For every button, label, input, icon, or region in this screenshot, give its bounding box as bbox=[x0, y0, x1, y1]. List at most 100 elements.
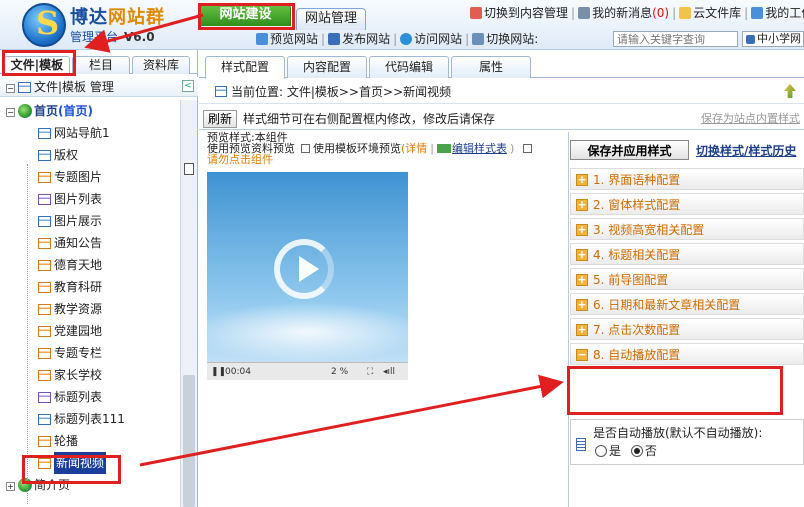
save-builtin-style-link[interactable]: 保存为站点内置样式 bbox=[701, 108, 800, 130]
pause-icon[interactable]: ❚❚ bbox=[211, 363, 226, 380]
config-section-3[interactable]: +3. 视频高宽相关配置 bbox=[570, 218, 804, 240]
config-section-label: 7. 点击次数配置 bbox=[593, 323, 681, 337]
tab-site-manage[interactable]: 网站管理 bbox=[296, 8, 366, 30]
no-click-warning: 请勿点击组件 bbox=[207, 153, 273, 166]
expand-icon[interactable]: + bbox=[576, 224, 588, 236]
preview-site-button[interactable]: 预览网站 bbox=[256, 30, 318, 48]
config-section-2[interactable]: +2. 窗体样式配置 bbox=[570, 193, 804, 215]
template-icon bbox=[38, 194, 51, 205]
save-apply-style-button[interactable]: 保存并应用样式 bbox=[570, 140, 689, 160]
extra-checkbox[interactable] bbox=[523, 144, 533, 153]
tree-node-label: 网站导航1 bbox=[54, 126, 110, 140]
editor-tabs: 样式配置 内容配置 代码编辑 属性 bbox=[199, 56, 804, 79]
highlight-news-video-item bbox=[22, 455, 121, 484]
tree-node-label: 德育天地 bbox=[54, 258, 103, 272]
refresh-button[interactable]: 刷新 bbox=[203, 110, 238, 128]
switch-style-history-link[interactable]: 切换样式/样式历史 bbox=[696, 142, 796, 159]
collapse-icon[interactable]: − bbox=[6, 108, 15, 117]
video-player[interactable]: ❚❚ 00:04 2 % ⛶ ◂ıll bbox=[207, 172, 408, 380]
scroll-thumb[interactable] bbox=[183, 375, 195, 507]
tab-code-edit[interactable]: 代码编辑 bbox=[369, 56, 449, 78]
config-section-label: 6. 日期和最新文章相关配置 bbox=[593, 298, 741, 312]
template-env-checkbox[interactable] bbox=[301, 144, 310, 153]
config-section-label: 1. 界面语种配置 bbox=[593, 173, 681, 187]
config-section-4[interactable]: +4. 标题相关配置 bbox=[570, 243, 804, 265]
expand-icon[interactable]: + bbox=[576, 299, 588, 311]
switch-site-label: 切换网站: bbox=[472, 30, 538, 48]
tree-node-label: 党建园地 bbox=[54, 324, 103, 338]
config-section-8[interactable]: −8. 自动播放配置 bbox=[570, 343, 804, 365]
tree-node-label: 家长学校 bbox=[54, 368, 103, 382]
autoplay-yes-radio[interactable]: 是 bbox=[595, 444, 621, 458]
template-icon bbox=[38, 326, 51, 337]
config-section-label: 5. 前导图配置 bbox=[593, 273, 669, 287]
tree-node-template[interactable]: 版权 bbox=[0, 144, 180, 166]
top-links: 切换到内容管理|我的新消息(0)|云文件库|我的工作台 bbox=[470, 4, 804, 22]
autoplay-no-radio[interactable]: 否 bbox=[630, 444, 657, 458]
scroll-marker bbox=[184, 163, 194, 175]
monitor-icon bbox=[751, 7, 764, 19]
config-section-6[interactable]: +6. 日期和最新文章相关配置 bbox=[570, 293, 804, 315]
details-link[interactable]: (详情 bbox=[401, 142, 427, 155]
tab-properties[interactable]: 属性 bbox=[451, 56, 531, 78]
visit-site-button[interactable]: 访问网站 bbox=[400, 30, 462, 48]
preview-icon bbox=[256, 33, 268, 45]
video-controls: ❚❚ 00:04 2 % ⛶ ◂ıll bbox=[207, 362, 408, 380]
play-icon[interactable] bbox=[299, 256, 319, 282]
collapse-icon[interactable]: − bbox=[576, 349, 588, 361]
css-icon bbox=[437, 144, 452, 153]
left-panel: 文件|模板 栏目 资料库 − 文件|模板 管理 < − 首页(首页) 网站导航1 版权… bbox=[0, 50, 198, 507]
tab-content-config[interactable]: 内容配置 bbox=[287, 56, 367, 78]
expand-icon[interactable]: + bbox=[576, 249, 588, 261]
page-icon bbox=[18, 82, 31, 93]
tree-node-home[interactable]: − 首页(首页) bbox=[0, 100, 180, 122]
cloud-library-link[interactable]: 云文件库 bbox=[679, 4, 741, 22]
collapse-panel-button[interactable]: < bbox=[182, 80, 194, 92]
config-section-label: 2. 窗体样式配置 bbox=[593, 198, 681, 212]
edit-stylesheet-link[interactable]: 编辑样式表 bbox=[452, 142, 507, 155]
workbench-link[interactable]: 我的工作台 bbox=[751, 4, 804, 22]
tree-scrollbar[interactable] bbox=[180, 100, 197, 507]
radio-checked-icon bbox=[630, 445, 643, 457]
search-input[interactable] bbox=[613, 31, 738, 47]
expand-icon[interactable]: + bbox=[576, 174, 588, 186]
template-icon bbox=[38, 370, 51, 381]
highlight-file-template-tab bbox=[2, 50, 76, 76]
template-icon bbox=[38, 282, 51, 293]
autoplay-options: 是 否 bbox=[595, 442, 657, 459]
expand-icon[interactable]: + bbox=[576, 274, 588, 286]
folder-icon bbox=[679, 7, 692, 19]
tree-node-template[interactable]: 网站导航1 bbox=[0, 122, 180, 144]
tab-column[interactable]: 栏目 bbox=[72, 56, 130, 74]
template-icon bbox=[38, 128, 51, 139]
breadcrumb: 当前位置: 文件|模板>>首页>>新闻视频 bbox=[199, 80, 804, 104]
template-icon bbox=[38, 260, 51, 271]
publish-icon bbox=[328, 33, 341, 45]
volume-icon[interactable]: ◂ıll bbox=[383, 363, 395, 380]
expand-icon[interactable]: + bbox=[576, 324, 588, 336]
tree-node-label: 通知公告 bbox=[54, 236, 103, 250]
template-icon bbox=[38, 216, 51, 227]
video-time: 00:04 bbox=[225, 367, 251, 377]
expand-icon[interactable]: + bbox=[6, 482, 15, 491]
tab-library[interactable]: 资料库 bbox=[132, 56, 190, 74]
expand-icon[interactable]: + bbox=[576, 199, 588, 211]
switch-content-link[interactable]: 切换到内容管理 bbox=[470, 4, 568, 22]
config-section-label: 4. 标题相关配置 bbox=[593, 248, 681, 262]
tab-style-config[interactable]: 样式配置 bbox=[205, 56, 285, 79]
config-section-7[interactable]: +7. 点击次数配置 bbox=[570, 318, 804, 340]
fullscreen-icon[interactable]: ⛶ bbox=[367, 363, 373, 380]
template-icon bbox=[38, 436, 51, 447]
site-select[interactable]: 中小学网 bbox=[742, 31, 804, 47]
collapse-tree-icon[interactable]: − bbox=[6, 84, 15, 93]
radio-icon bbox=[595, 445, 607, 457]
tree-node-label: 图片展示 bbox=[54, 214, 103, 228]
panel-title: − 文件|模板 管理 < bbox=[0, 77, 198, 97]
publish-site-button[interactable]: 发布网站 bbox=[328, 30, 390, 48]
messages-link[interactable]: 我的新消息(0) bbox=[578, 4, 669, 22]
config-section-1[interactable]: +1. 界面语种配置 bbox=[570, 168, 804, 190]
config-section-5[interactable]: +5. 前导图配置 bbox=[570, 268, 804, 290]
toolbar: 预览网站 | 发布网站 | 访问网站 | 切换网站: bbox=[256, 30, 538, 48]
brand-title: 博达网站群 bbox=[70, 7, 165, 28]
template-icon bbox=[38, 172, 51, 183]
